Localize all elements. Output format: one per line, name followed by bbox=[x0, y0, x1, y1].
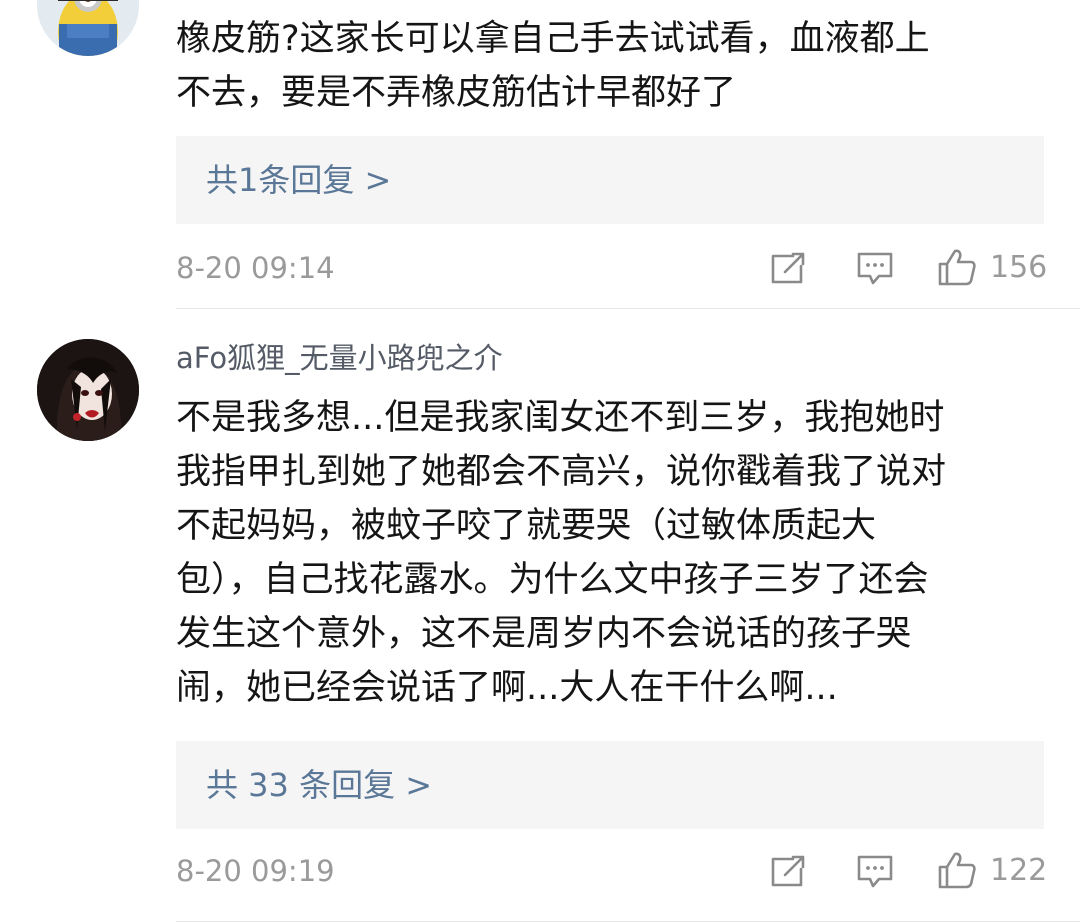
thumbs-up-icon[interactable] bbox=[937, 850, 977, 890]
repost-icon[interactable] bbox=[769, 853, 807, 889]
dark-haired-anime-avatar-icon[interactable] bbox=[37, 339, 139, 441]
comment-text-line: 闹，她已经会说话了啊...大人在干什么啊... bbox=[176, 668, 838, 708]
minion-avatar-icon[interactable] bbox=[37, 0, 139, 56]
comment-text-line: 不去，要是不弄橡皮筋估计早都好了 bbox=[176, 73, 737, 113]
replies-box[interactable]: 共1条回复 > bbox=[176, 136, 1044, 224]
comment-text-line: 发生这个意外，这不是周岁内不会说话的孩子哭 bbox=[176, 614, 912, 654]
comment-text-line: 包），自己找花露水。为什么文中孩子三岁了还会 bbox=[176, 560, 929, 600]
comment-text-line: 橡皮筋?这家长可以拿自己手去试试看，血液都上 bbox=[176, 19, 930, 59]
comment-text-line: 我指甲扎到她了她都会不高兴，说你戳着我了说对 bbox=[176, 452, 947, 492]
replies-box[interactable]: 共 33 条回复 > bbox=[176, 741, 1044, 829]
repost-icon[interactable] bbox=[769, 250, 807, 286]
comment-divider bbox=[176, 308, 1080, 309]
comment-text-line: 不起妈妈，被蚊子咬了就要哭（过敏体质起大 bbox=[176, 506, 877, 546]
like-count: 156 bbox=[990, 250, 1048, 285]
comment-text-line: 不是我多想...但是我家闺女还不到三岁，我抱她时 bbox=[176, 398, 945, 438]
comment-body: 不是我多想...但是我家闺女还不到三岁，我抱她时 我指甲扎到她了她都会不高兴，说… bbox=[176, 391, 946, 715]
comment-item: 橡皮筋?这家长可以拿自己手去试试看，血液都上 不去，要是不弄橡皮筋估计早都好了 … bbox=[0, 0, 1080, 309]
comment-timestamp: 8-20 09:14 bbox=[176, 251, 335, 285]
comment-timestamp: 8-20 09:19 bbox=[176, 854, 335, 888]
comment-list: 橡皮筋?这家长可以拿自己手去试试看，血液都上 不去，要是不弄橡皮筋估计早都好了 … bbox=[0, 0, 1080, 922]
view-replies-link[interactable]: 共1条回复 > bbox=[206, 136, 391, 224]
view-replies-link[interactable]: 共 33 条回复 > bbox=[206, 741, 432, 829]
comment-icon[interactable] bbox=[856, 853, 894, 889]
like-count: 122 bbox=[990, 853, 1048, 888]
comment-meta-bar: 8-20 09:19 122 bbox=[0, 849, 1080, 893]
comment-item: aFo狐狸_无量小路兜之介 不是我多想...但是我家闺女还不到三岁，我抱她时 我… bbox=[0, 310, 1080, 922]
comment-meta-bar: 8-20 09:14 156 bbox=[0, 246, 1080, 290]
username[interactable]: aFo狐狸_无量小路兜之介 bbox=[176, 338, 503, 378]
thumbs-up-icon[interactable] bbox=[937, 247, 977, 287]
comment-icon[interactable] bbox=[856, 250, 894, 286]
comment-body: 橡皮筋?这家长可以拿自己手去试试看，血液都上 不去，要是不弄橡皮筋估计早都好了 bbox=[176, 12, 930, 120]
